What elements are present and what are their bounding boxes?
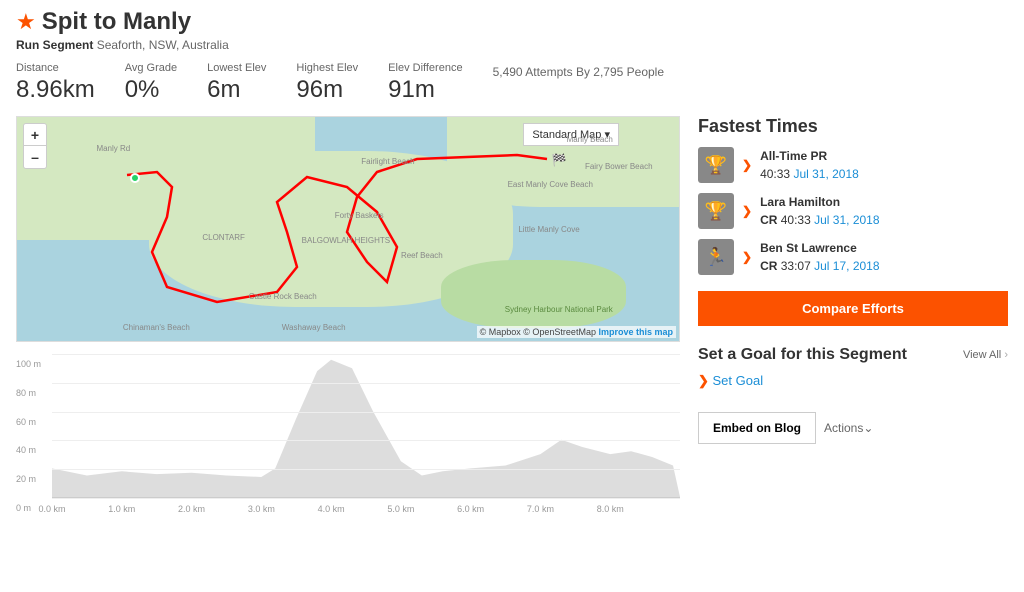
y-tick: 0 m [16,503,31,513]
avatar: 🏆 [698,147,734,183]
elevation-chart[interactable]: 0 m 20 m 40 m 60 m 80 m 100 m 0.0 km 1.0 km 2.0… [16,354,680,514]
x-tick: 6.0 km [457,504,484,514]
elevation-area [52,354,680,497]
start-marker-icon [130,173,140,183]
map-label: Chinaman's Beach [123,323,190,332]
stat-label: Highest Elev [296,62,358,74]
y-tick: 20 m [16,474,36,484]
y-tick: 100 m [16,359,41,369]
map-label: Washaway Beach [282,323,346,332]
zoom-in-button[interactable]: + [24,124,46,146]
stats-row: Distance 8.96km Avg Grade 0% Lowest Elev 6m… [16,62,1008,104]
x-tick: 8.0 km [597,504,624,514]
map-label: Reef Beach [401,251,443,260]
x-tick: 4.0 km [318,504,345,514]
x-tick: 1.0 km [108,504,135,514]
zoom-controls: + – [23,123,47,169]
x-tick: 2.0 km [178,504,205,514]
map-label: Sydney Harbour National Park [505,305,613,314]
improve-map-link[interactable]: Improve this map [598,327,673,337]
end-marker-icon: 🏁 [552,153,567,167]
map-label: Fairlight Beach [361,157,414,166]
stat-lowest: 6m [207,76,266,104]
goal-heading: Set a Goal for this Segment [698,346,907,364]
map-label: Castle Rock Beach [249,292,317,301]
page-title: Spit to Manly [42,8,191,36]
map[interactable]: 🏁 + – Standard Map Manly Rd Fairlight Be… [16,116,680,342]
compare-efforts-button[interactable]: Compare Efforts [698,291,1008,326]
map-label: Fairy Bower Beach [585,162,653,171]
chevron-icon: ❯ [742,250,752,264]
map-attribution: © Mapbox © OpenStreetMap Improve this ma… [477,326,676,338]
actions-dropdown[interactable]: Actions [824,412,873,444]
x-tick: 5.0 km [387,504,414,514]
record-item[interactable]: 🏆❯All-Time PR 40:33 Jul 31, 2018 [698,147,1008,183]
map-label: BALGOWLAH HEIGHTS [302,236,390,245]
avatar: 🏃 [698,239,734,275]
map-label: Manly Rd [96,144,130,153]
y-tick: 40 m [16,445,36,455]
stat-diff: 91m [388,76,462,104]
stat-highest: 96m [296,76,358,104]
stat-grade: 0% [125,76,177,104]
set-goal-link[interactable]: Set Goal [698,373,763,388]
record-item[interactable]: 🏃❯Ben St LawrenceCR 33:07 Jul 17, 2018 [698,239,1008,275]
chevron-icon: ❯ [742,204,752,218]
segment-subtitle: Run Segment Seaforth, NSW, Australia [16,38,1008,52]
view-all-link[interactable]: View All [963,349,1008,361]
x-tick: 7.0 km [527,504,554,514]
attempts-text: 5,490 Attempts By 2,795 People [493,65,664,104]
zoom-out-button[interactable]: – [24,146,46,168]
x-tick: 3.0 km [248,504,275,514]
stat-label: Distance [16,62,95,74]
avatar: 🏆 [698,193,734,229]
x-tick: 0.0 km [38,504,65,514]
y-tick: 60 m [16,417,36,427]
stat-label: Elev Difference [388,62,462,74]
map-label: Manly Beach [567,135,613,144]
stat-distance: 8.96km [16,76,95,104]
fastest-heading: Fastest Times [698,116,1008,137]
record-item[interactable]: 🏆❯Lara HamiltonCR 40:33 Jul 31, 2018 [698,193,1008,229]
y-tick: 80 m [16,388,36,398]
map-label: CLONTARF [202,233,245,242]
star-icon[interactable]: ★ [16,9,36,35]
stat-label: Avg Grade [125,62,177,74]
chevron-icon: ❯ [742,158,752,172]
embed-button[interactable]: Embed on Blog [698,412,816,444]
map-label: Forty Baskets [335,211,384,220]
stat-label: Lowest Elev [207,62,266,74]
map-label: East Manly Cove Beach [508,180,593,189]
map-label: Little Manly Cove [518,225,579,234]
